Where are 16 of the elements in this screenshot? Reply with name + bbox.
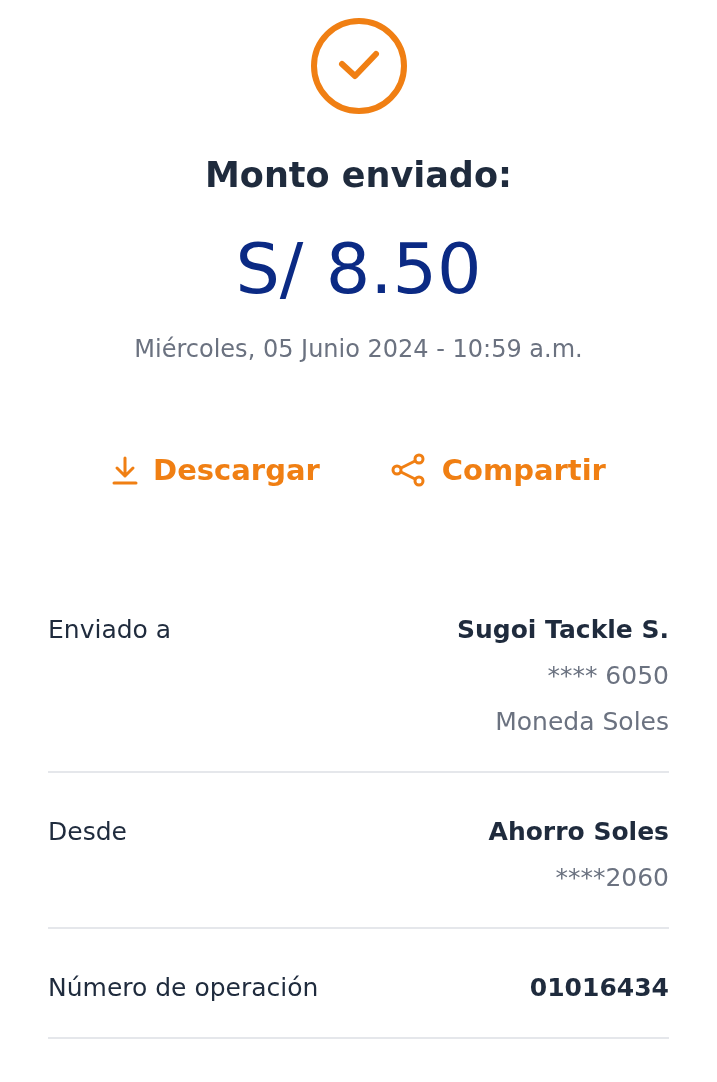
amount: S/ 8.50 — [235, 227, 482, 311]
detail-label: Número de operación — [48, 972, 319, 1004]
detail-subtext: **** 6050 — [547, 660, 669, 692]
detail-value: 01016434 — [529, 972, 669, 1004]
detail-label: Enviado a — [48, 614, 172, 646]
detail-value: Ahorro Soles — [488, 816, 669, 848]
detail-value: Sugoi Tackle S. — [456, 614, 669, 646]
title: Monto enviado: — [205, 154, 512, 197]
share-button[interactable]: Compartir — [389, 451, 606, 489]
date-time: Miércoles, 05 Junio 2024 - 10:59 a.m. — [134, 334, 583, 365]
detail-label: Desde — [48, 816, 127, 848]
success-check-icon — [309, 17, 408, 115]
download-button[interactable]: Descargar — [111, 451, 320, 489]
download-icon — [111, 455, 140, 485]
detail-subtext: ****2060 — [555, 862, 669, 894]
detail-subtext: Moneda Soles — [495, 706, 669, 738]
